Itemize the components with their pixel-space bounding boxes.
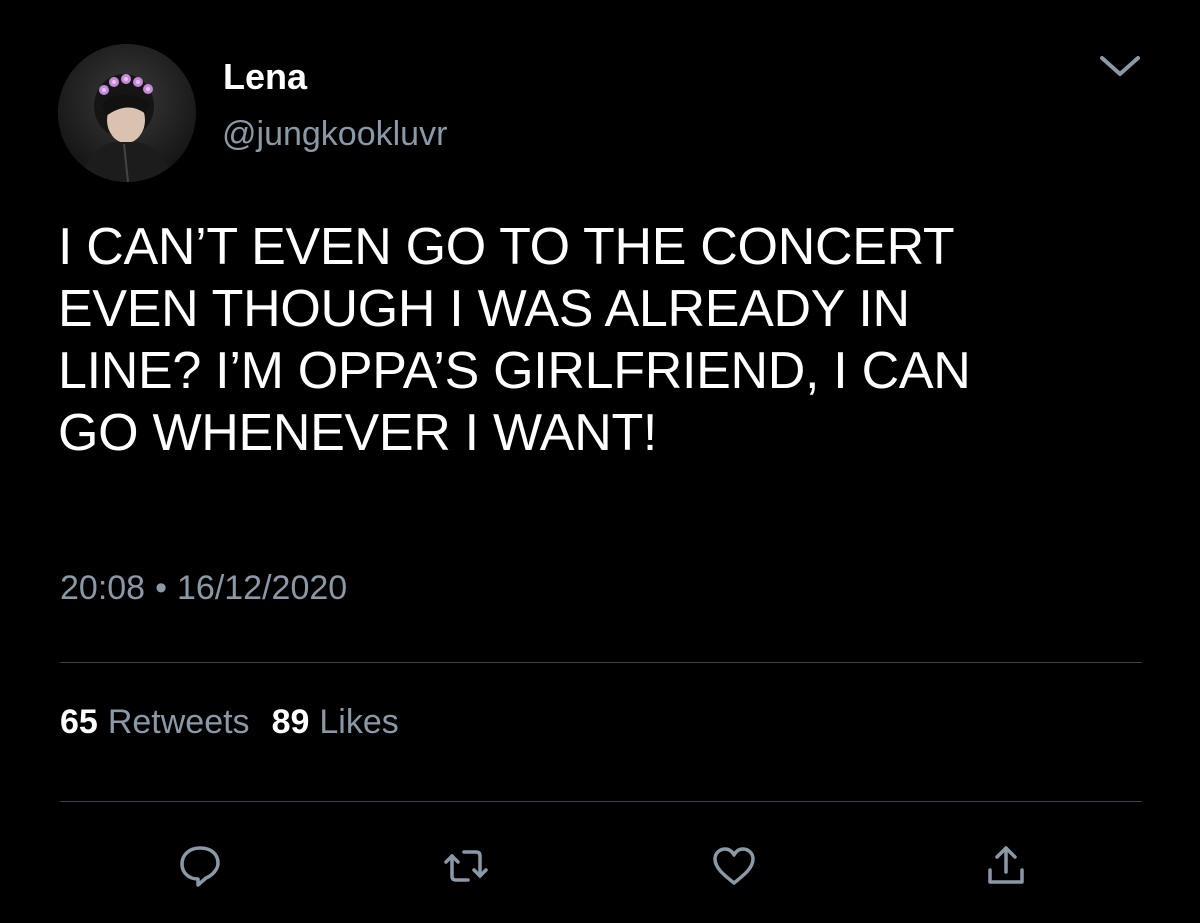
reply-icon (180, 846, 220, 887)
chevron-down-icon[interactable] (1096, 50, 1144, 82)
share-icon (988, 846, 1024, 884)
like-button[interactable] (706, 838, 762, 894)
avatar[interactable] (58, 44, 196, 182)
retweet-button[interactable] (438, 838, 494, 894)
retweets-label: Retweets (107, 703, 250, 741)
share-button[interactable] (978, 838, 1034, 894)
retweets-count: 65 (60, 703, 98, 741)
reply-button[interactable] (172, 838, 228, 894)
divider (60, 662, 1142, 663)
retweets-stat[interactable]: 65 Retweets (60, 702, 250, 742)
tweet-time: 20:08 (60, 569, 146, 607)
retweet-icon (444, 850, 488, 882)
heart-icon (713, 847, 755, 885)
tweet-stats: 65 Retweets 89 Likes (60, 702, 399, 742)
tweet-date: 16/12/2020 (177, 569, 348, 607)
likes-label: Likes (319, 703, 399, 741)
tweet-detail: Lena @jungkookluvr I CAN’T EVEN GO TO TH… (0, 0, 1200, 923)
action-bar (0, 838, 1200, 898)
divider (60, 801, 1142, 802)
avatar-image (58, 44, 196, 182)
user-handle[interactable]: @jungkookluvr (222, 114, 447, 154)
tweet-text: I CAN’T EVEN GO TO THE CONCERT EVEN THOU… (58, 218, 971, 462)
display-name[interactable]: Lena (223, 56, 307, 98)
likes-count: 89 (271, 703, 310, 741)
tweet-timestamp[interactable]: 20:08 • 16/12/2020 (60, 568, 347, 608)
likes-stat[interactable]: 89 Likes (272, 702, 399, 742)
meta-separator: • (155, 569, 167, 607)
